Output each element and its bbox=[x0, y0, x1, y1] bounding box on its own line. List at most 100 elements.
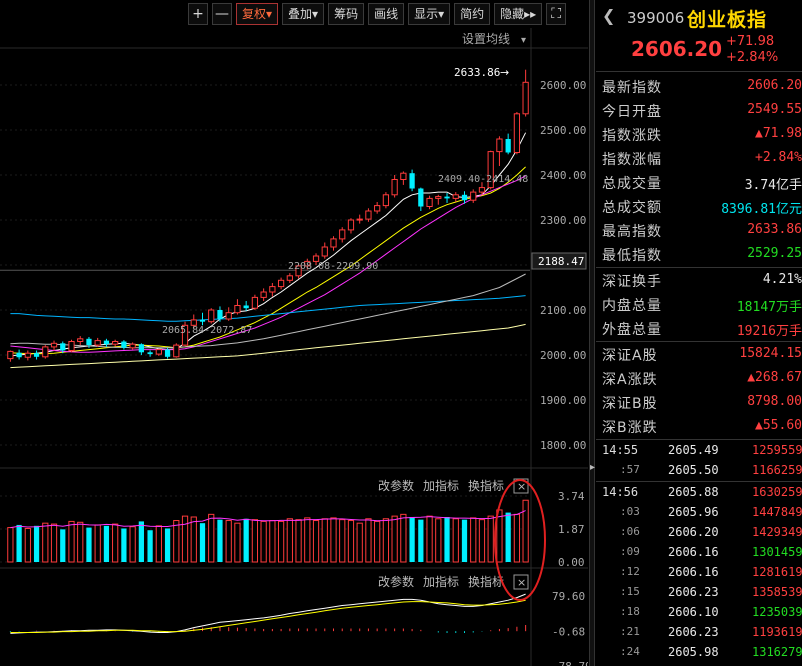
volume-bar-up bbox=[400, 513, 407, 563]
candle-body-down bbox=[164, 349, 171, 357]
stat-value: 8798.00 bbox=[747, 394, 802, 409]
stat-value: 2633.86 bbox=[747, 222, 802, 237]
tick-time: 14:55 bbox=[602, 443, 639, 457]
vol-switch-indicator[interactable]: 换指标 bbox=[468, 478, 504, 493]
stat-row: 最低指数 2529.25 bbox=[596, 242, 802, 266]
volume-bar-down bbox=[147, 530, 153, 562]
volume-bar-up bbox=[42, 522, 49, 563]
stat-label: 内盘总量 bbox=[602, 298, 662, 314]
index-price: 2606.20 bbox=[631, 37, 723, 61]
volume-bar-up bbox=[374, 520, 381, 563]
index-change: +71.98 +2.84% bbox=[726, 34, 778, 66]
volume-bar-up bbox=[173, 520, 180, 563]
candle-body-down bbox=[60, 343, 66, 351]
tick-volume: 1281619 bbox=[752, 565, 802, 579]
stat-value: 18147万手 bbox=[736, 300, 802, 315]
draw-line-button[interactable]: 画线 bbox=[368, 3, 405, 25]
volume-bar-up bbox=[513, 513, 521, 563]
ma-line bbox=[10, 166, 526, 355]
ma-range-label-2: 2208.08-2209.90 bbox=[288, 261, 378, 272]
kline-chart[interactable]: 2600.002500.002400.002300.002200.002100.… bbox=[0, 28, 588, 666]
stat-row: 最新指数 2606.20 bbox=[596, 74, 802, 98]
set-ma-link[interactable]: 设置均线 bbox=[462, 32, 510, 46]
candle-body-down bbox=[138, 344, 144, 353]
display-button[interactable]: 显示▾ bbox=[408, 3, 451, 25]
tick-price: 2605.98 bbox=[668, 645, 719, 659]
overlay-button[interactable]: 叠加▾ bbox=[282, 3, 325, 25]
simple-button[interactable]: 简约 bbox=[454, 3, 491, 25]
close-icon[interactable]: × bbox=[517, 576, 526, 589]
index-name: 创业板指 bbox=[687, 9, 768, 31]
stat-label: 最新指数 bbox=[602, 80, 662, 96]
candle-body-up bbox=[522, 81, 529, 115]
price-tick-label: 2500.00 bbox=[540, 124, 586, 137]
volume-bar-up bbox=[452, 518, 459, 563]
stat-label: 指数涨幅 bbox=[602, 152, 662, 168]
tick-volume: 1301459 bbox=[752, 545, 802, 559]
macd-switch-indicator[interactable]: 换指标 bbox=[468, 574, 504, 589]
macd-add-indicator[interactable]: 加指标 bbox=[423, 574, 459, 589]
stat-row: 最高指数 2633.86 bbox=[596, 218, 802, 242]
tick-price: 2606.23 bbox=[668, 625, 719, 639]
stat-value: ▲71.98 bbox=[755, 126, 802, 141]
quote-header: ❮ 399006 创业板指 2606.20 +71.98 +2.84% bbox=[596, 0, 802, 72]
stat-label: 深证换手 bbox=[602, 274, 662, 290]
candle-body-up bbox=[382, 194, 390, 207]
stat-label: 指数涨跌 bbox=[602, 128, 662, 144]
ma-line bbox=[10, 273, 526, 349]
chips-button[interactable]: 筹码 bbox=[328, 3, 365, 25]
chart-toolbar: + — 复权▾ 叠加▾ 筹码 画线 显示▾ 简约 隐藏▸▸ ⛶ bbox=[188, 3, 570, 27]
candle-body-up bbox=[365, 210, 372, 220]
vol-add-indicator[interactable]: 加指标 bbox=[423, 478, 459, 493]
candle-body-up bbox=[50, 342, 58, 348]
ma-range-label-1: 2409.40-2414.48 bbox=[438, 174, 528, 185]
zoom-in-button[interactable]: + bbox=[188, 3, 208, 25]
back-arrow-icon[interactable]: ❮ bbox=[602, 6, 615, 25]
candle-body-up bbox=[347, 219, 355, 231]
tick-time: 14:56 bbox=[602, 485, 639, 499]
stat-label: 深证A股 bbox=[602, 348, 658, 364]
tick-volume: 1166259 bbox=[752, 463, 802, 477]
volume-bar-down bbox=[461, 519, 468, 562]
candle-body-up bbox=[7, 350, 14, 360]
volume-bar-up bbox=[208, 513, 215, 563]
tick-price: 2606.16 bbox=[668, 545, 719, 559]
hide-button[interactable]: 隐藏▸▸ bbox=[494, 3, 543, 25]
stat-row: 总成交额 8396.81亿元 bbox=[596, 194, 802, 218]
candle-body-down bbox=[409, 173, 415, 189]
stat-value: 2549.55 bbox=[747, 102, 802, 117]
price-tick-label: 2600.00 bbox=[540, 79, 586, 92]
volume-bar-up bbox=[112, 523, 119, 563]
zoom-out-button[interactable]: — bbox=[212, 3, 232, 25]
candle-body-down bbox=[418, 188, 424, 207]
panel-divider[interactable] bbox=[589, 0, 595, 666]
candle-body-down bbox=[103, 340, 110, 345]
tick-row: :03 2605.96 1447849 bbox=[596, 503, 802, 523]
candle-body-up bbox=[435, 196, 442, 199]
stat-row: 深证换手 4.21% bbox=[596, 268, 802, 292]
fullscreen-icon[interactable]: ⛶ bbox=[546, 3, 567, 25]
adjust-button[interactable]: 复权▾ bbox=[236, 3, 279, 25]
collapse-arrow-icon[interactable]: ▸ bbox=[590, 462, 595, 473]
stat-row: 外盘总量 19216万手 bbox=[596, 316, 802, 340]
stat-row: 指数涨幅 +2.84% bbox=[596, 146, 802, 170]
candle-body-up bbox=[513, 113, 521, 154]
chevron-down-icon[interactable]: ▾ bbox=[521, 35, 526, 46]
stat-label: 总成交额 bbox=[602, 200, 662, 216]
volume-bar-up bbox=[312, 520, 320, 563]
stat-value: 19216万手 bbox=[736, 324, 802, 339]
candle-body-up bbox=[173, 344, 180, 358]
section-divider bbox=[596, 439, 802, 440]
tick-price: 2606.20 bbox=[668, 525, 719, 539]
candle-body-up bbox=[260, 291, 267, 298]
candle-body-down bbox=[86, 338, 92, 346]
volume-bar-up bbox=[435, 518, 442, 563]
stat-label: 深B涨跌 bbox=[602, 420, 658, 436]
tick-time: :24 bbox=[620, 645, 640, 658]
ma-line bbox=[10, 295, 526, 322]
volume-bar-up bbox=[251, 519, 259, 563]
vol-change-params[interactable]: 改参数 bbox=[378, 478, 414, 493]
candle-body-down bbox=[217, 310, 223, 319]
macd-change-params[interactable]: 改参数 bbox=[378, 574, 414, 589]
volume-bar-up bbox=[260, 520, 267, 563]
